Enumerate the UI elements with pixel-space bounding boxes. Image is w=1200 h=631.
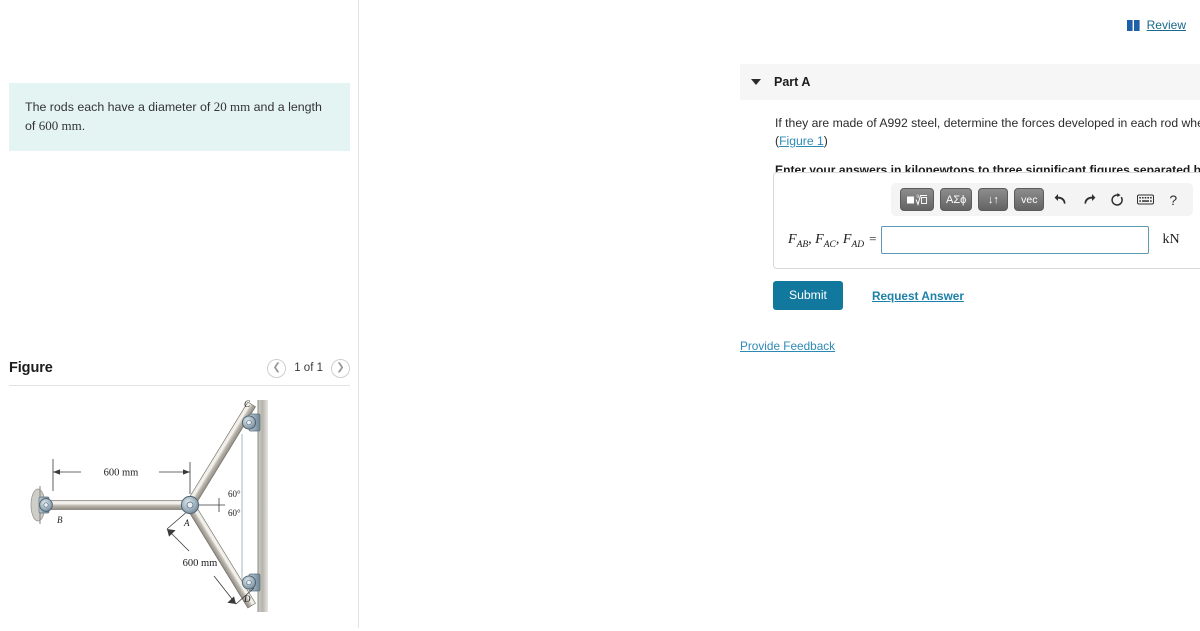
- figure-ref-close: ): [823, 134, 828, 149]
- truss-diagram-svg: 600 mm 600 mm 60° 60° B A C D: [30, 399, 268, 612]
- sub-ac: AC: [823, 239, 836, 250]
- question-text: If they are made of A992 steel, determin…: [775, 113, 1200, 133]
- figure-divider: [9, 385, 350, 386]
- answer-equals: =: [869, 230, 877, 246]
- math-toolbar: 0 ΑΣϕ ↓↑ vec ?: [891, 183, 1194, 216]
- reset-glyph: [1111, 192, 1123, 206]
- joint-label-c: C: [244, 399, 251, 409]
- angle-upper-label: 60°: [228, 489, 241, 499]
- right-pane: Review Part A If they are made of A992 s…: [359, 0, 1200, 628]
- page-root: The rods each have a diameter of 20 mm a…: [0, 0, 1200, 628]
- template-root-key[interactable]: 0: [900, 188, 934, 211]
- answer-box: 0 ΑΣϕ ↓↑ vec ? FAB, FAC, FAD = kN: [773, 172, 1200, 269]
- provide-feedback-link[interactable]: Provide Feedback: [740, 339, 835, 353]
- submit-row: Submit Request Answer: [773, 281, 964, 310]
- reset-icon[interactable]: [1106, 189, 1128, 211]
- angle-lower-label: 60°: [228, 508, 241, 518]
- help-icon-glyph: ?: [1169, 191, 1178, 208]
- keyboard-glyph: [1136, 194, 1154, 205]
- problem-length-value: 600 mm: [38, 117, 82, 133]
- answer-row: FAB, FAC, FAD = kN: [774, 222, 1200, 258]
- help-icon[interactable]: ?: [1162, 189, 1184, 211]
- pin-joint-d: [241, 575, 257, 590]
- caret-down-icon[interactable]: [751, 79, 761, 85]
- figure-title: Figure: [9, 360, 53, 376]
- redo-icon[interactable]: [1078, 189, 1100, 211]
- chevron-right-icon[interactable]: ❯: [331, 358, 350, 378]
- template-root-glyph: 0: [907, 195, 927, 207]
- dimension-top-label: 600 mm: [104, 468, 139, 479]
- book-icon: [1126, 19, 1140, 31]
- term-f-ab: F: [788, 231, 797, 247]
- part-title: Part A: [774, 75, 811, 89]
- undo-icon[interactable]: [1050, 189, 1072, 211]
- answer-label: FAB, FAC, FAD =: [788, 230, 877, 250]
- vector-key[interactable]: vec: [1014, 188, 1045, 211]
- vector-key-label: vec: [1021, 193, 1038, 206]
- answer-unit: kN: [1162, 232, 1180, 247]
- problem-diameter-value: 20 mm: [213, 99, 251, 114]
- chevron-left-icon[interactable]: ❮: [267, 358, 287, 378]
- joint-label-a: A: [183, 518, 190, 528]
- figure-counter: 1 of 1: [294, 362, 323, 374]
- figure-nav: ❮ 1 of 1 ❯: [267, 358, 350, 378]
- question-body: If they are made of A992 steel, determin…: [775, 113, 1200, 177]
- dimension-bottom-label: 600 mm: [183, 558, 218, 569]
- problem-text-part1: The rods each have a diameter of: [25, 100, 214, 114]
- redo-glyph: [1084, 194, 1096, 204]
- rod-ad: [185, 502, 256, 609]
- arrows-key[interactable]: ↓↑: [978, 188, 1009, 211]
- undo-glyph: [1054, 194, 1066, 204]
- arrows-key-label: ↓↑: [987, 193, 999, 206]
- problem-statement-panel: The rods each have a diameter of 20 mm a…: [9, 83, 350, 152]
- figure-header: Figure ❮ 1 of 1 ❯: [9, 352, 350, 384]
- pin-joint-a: [180, 495, 200, 515]
- request-answer-link[interactable]: Request Answer: [872, 289, 964, 303]
- joint-label-b: B: [57, 515, 63, 525]
- joint-label-d: D: [243, 594, 251, 604]
- figure-diagram[interactable]: 600 mm 600 mm 60° 60° B A C D: [9, 390, 350, 628]
- pin-joint-c: [241, 415, 257, 430]
- question-text-before: If they are made of A992 steel, determin…: [775, 116, 1200, 130]
- angle-reference-marks: [199, 498, 225, 512]
- figure-reference-line: (Figure 1): [775, 134, 1200, 148]
- problem-statement-text: The rods each have a diameter of 20 mm a…: [25, 98, 334, 135]
- rod-ab: [43, 500, 193, 510]
- figure-1-link[interactable]: Figure 1: [779, 134, 824, 148]
- sub-ab: AB: [796, 239, 809, 250]
- left-pane: The rods each have a diameter of 20 mm a…: [0, 0, 359, 628]
- part-header[interactable]: Part A: [740, 64, 1200, 100]
- greek-symbols-key[interactable]: ΑΣϕ: [940, 188, 973, 211]
- review-link[interactable]: Review: [1126, 18, 1186, 32]
- sub-ad: AD: [851, 239, 865, 250]
- review-label: Review: [1146, 18, 1186, 32]
- submit-button[interactable]: Submit: [773, 281, 843, 310]
- keyboard-icon[interactable]: [1134, 189, 1156, 211]
- term-f-ac: F: [815, 231, 824, 247]
- answer-input[interactable]: [881, 226, 1150, 254]
- problem-text-part3: .: [81, 118, 86, 133]
- pin-joint-b: [39, 498, 53, 512]
- greek-symbols-key-label: ΑΣϕ: [946, 193, 967, 206]
